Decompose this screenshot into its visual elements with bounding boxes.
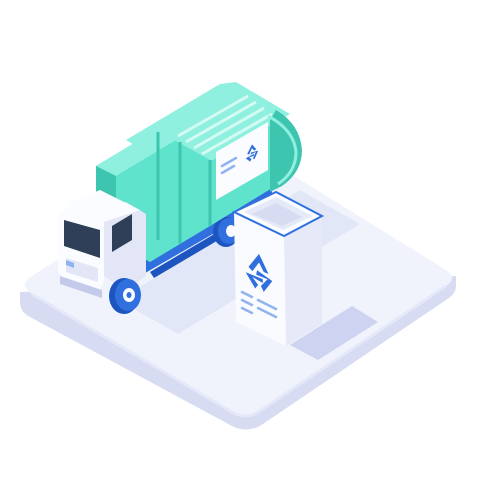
bin-right-face (284, 216, 322, 346)
illustration-scene (20, 82, 456, 430)
recycle-bin (231, 190, 325, 346)
